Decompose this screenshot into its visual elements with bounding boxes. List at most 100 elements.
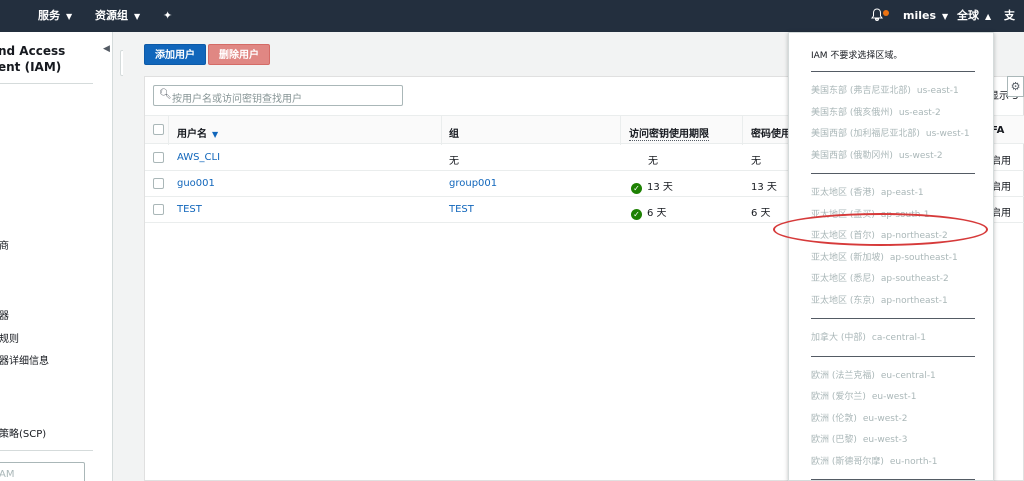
services-menu[interactable]: 服务 ▼: [38, 0, 72, 32]
sidebar-item[interactable]: 商: [0, 237, 9, 252]
sidebar-item[interactable]: 策略(SCP): [0, 425, 46, 440]
region-option-eu-west-1[interactable]: 欧洲 (爱尔兰) eu-west-1: [811, 389, 916, 402]
notification-dot: [883, 10, 889, 16]
region-code: ca-central-1: [871, 333, 927, 343]
row-checkbox[interactable]: [153, 178, 164, 189]
key-age-cell: ✓ 13 天: [631, 178, 673, 194]
region-code: ap-southeast-1: [889, 252, 958, 263]
resource-groups-label: 资源组: [95, 9, 128, 22]
user-search-input[interactable]: 🔍︎ 按用户名或访问密钥查找用户: [153, 85, 403, 106]
column-header-key-age[interactable]: 访问密钥使用期限: [629, 125, 709, 141]
add-user-button[interactable]: 添加用户: [144, 44, 206, 65]
group-cell: 无: [449, 156, 459, 167]
mfa-cell: 启用: [991, 208, 1011, 219]
sidebar-search-input[interactable]: AM: [0, 462, 85, 481]
mfa-cell: 启用: [991, 156, 1011, 167]
chevron-down-icon: ▼: [134, 12, 141, 21]
sidebar-item[interactable]: 器详细信息: [0, 352, 49, 367]
region-dropdown: IAM 不要求选择区域。 美国东部 (弗吉尼亚北部) us-east-1 美国东部 …: [788, 32, 994, 481]
region-option-us-east-1[interactable]: 美国东部 (弗吉尼亚北部) us-east-1: [811, 83, 959, 96]
column-header-group[interactable]: 组: [449, 125, 459, 140]
sidebar-divider: [0, 450, 93, 451]
region-name: 欧洲 (斯德哥尔摩): [811, 456, 884, 467]
region-option-eu-central-1[interactable]: 欧洲 (法兰克福) eu-central-1: [811, 368, 936, 381]
column-divider: [742, 116, 743, 145]
region-code: eu-west-1: [871, 392, 917, 402]
group-link[interactable]: group001: [449, 178, 497, 189]
region-option-eu-west-2[interactable]: 欧洲 (伦敦) eu-west-2: [811, 411, 907, 424]
region-option-ap-northeast-1[interactable]: 亚太地区 (东京) ap-northeast-1: [811, 293, 948, 306]
sort-desc-icon: ▼: [212, 130, 219, 139]
key-age-cell: 无: [648, 156, 658, 167]
region-code: us-east-2: [898, 107, 941, 118]
column-header-username[interactable]: 用户名 ▼: [177, 125, 218, 140]
check-circle-icon: ✓: [631, 183, 642, 194]
collapse-sidebar-icon[interactable]: ◀: [103, 44, 110, 54]
user-name: miles: [903, 9, 937, 22]
region-code: ap-southeast-2: [880, 274, 949, 284]
username-link[interactable]: guo001: [177, 178, 215, 189]
region-code: us-west-2: [898, 150, 943, 161]
sidebar-search-placeholder: AM: [0, 469, 15, 480]
region-group-divider: [811, 355, 975, 357]
row-checkbox[interactable]: [153, 152, 164, 163]
username-link[interactable]: AWS_CLI: [177, 152, 220, 163]
region-label: 全球: [957, 9, 979, 22]
region-name: 亚太地区 (东京): [811, 295, 875, 306]
column-divider: [168, 116, 169, 145]
column-divider: [620, 116, 621, 145]
region-group-divider: [811, 71, 975, 72]
region-name: 美国东部 (弗吉尼亚北部): [811, 86, 911, 96]
region-name: 欧洲 (巴黎): [811, 435, 857, 445]
sidebar: nd Access ent (IAM) ◀ 商 器 规则 器详细信息 策略(SC…: [0, 32, 113, 481]
region-option-us-west-2[interactable]: 美国西部 (俄勒冈州) us-west-2: [811, 148, 943, 161]
region-code: eu-west-2: [862, 413, 908, 424]
region-option-eu-west-3[interactable]: 欧洲 (巴黎) eu-west-3: [811, 432, 907, 445]
delete-user-button[interactable]: 删除用户: [208, 44, 270, 65]
region-name: 美国西部 (俄勒冈州): [811, 150, 893, 161]
chevron-down-icon: ▼: [66, 12, 73, 21]
sidebar-title: nd Access ent (IAM): [0, 43, 65, 75]
region-option-ca-central-1[interactable]: 加拿大 (中部) ca-central-1: [811, 330, 926, 343]
region-option-ap-southeast-1[interactable]: 亚太地区 (新加坡) ap-southeast-1: [811, 250, 958, 263]
row-checkbox[interactable]: [153, 204, 164, 215]
sidebar-item[interactable]: 器: [0, 307, 9, 322]
gear-icon[interactable]: ⚙: [1007, 76, 1024, 97]
password-age-cell: 6 天: [751, 208, 771, 219]
key-age-value: 6 天: [647, 208, 667, 219]
services-label: 服务: [38, 9, 60, 22]
check-circle-icon: ✓: [631, 209, 642, 220]
sidebar-scrollbar[interactable]: [113, 32, 123, 481]
region-option-ap-southeast-2[interactable]: 亚太地区 (悉尼) ap-southeast-2: [811, 271, 949, 284]
region-dropdown-header: IAM 不要求选择区域。: [811, 51, 903, 61]
mfa-cell: 启用: [991, 182, 1011, 193]
chevron-down-icon: ▼: [942, 12, 949, 21]
region-option-us-east-2[interactable]: 美国东部 (俄亥俄州) us-east-2: [811, 105, 941, 118]
column-divider: [441, 116, 442, 145]
password-age-cell: 无: [751, 156, 761, 167]
bell-icon[interactable]: [871, 0, 883, 32]
select-all-checkbox[interactable]: [153, 124, 164, 135]
annotation-circle: [773, 213, 988, 246]
group-link[interactable]: TEST: [449, 204, 474, 215]
column-header-password-age[interactable]: 密码使用: [751, 125, 791, 140]
region-name: 亚太地区 (悉尼): [811, 274, 875, 284]
sidebar-title-line2: ent (IAM): [0, 60, 62, 74]
user-menu[interactable]: miles ▼: [903, 0, 948, 32]
region-option-ap-east-1[interactable]: 亚太地区 (香港) ap-east-1: [811, 185, 924, 198]
region-name: 欧洲 (爱尔兰): [811, 392, 866, 402]
region-option-us-west-1[interactable]: 美国西部 (加利福尼亚北部) us-west-1: [811, 126, 970, 139]
region-name: 欧洲 (伦敦): [811, 413, 857, 424]
key-age-cell: ✓ 6 天: [631, 204, 667, 220]
region-menu[interactable]: 全球 ▲: [957, 0, 991, 32]
region-name: 亚太地区 (香港): [811, 188, 875, 198]
chevron-up-icon: ▲: [985, 12, 992, 21]
sidebar-item[interactable]: 规则: [0, 330, 19, 345]
region-option-eu-north-1[interactable]: 欧洲 (斯德哥尔摩) eu-north-1: [811, 454, 938, 467]
region-group-divider: [811, 318, 975, 319]
resource-groups-menu[interactable]: 资源组 ▼: [95, 0, 140, 32]
support-menu[interactable]: 支持: [1004, 0, 1024, 54]
region-name: 美国东部 (俄亥俄州): [811, 107, 893, 118]
username-link[interactable]: TEST: [177, 204, 202, 215]
pin-icon[interactable]: ✦: [163, 0, 172, 32]
